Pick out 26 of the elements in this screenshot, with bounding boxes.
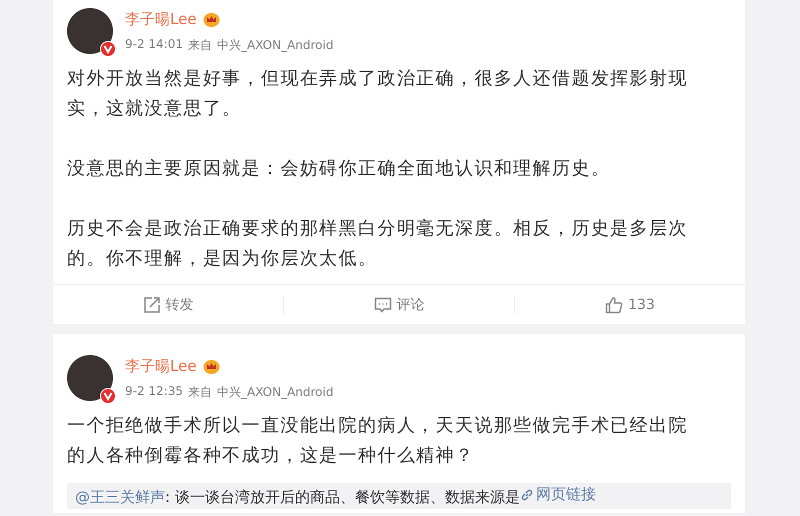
crown-icon (202, 12, 220, 27)
repost-button[interactable]: 转发 (142, 296, 194, 314)
link-icon (520, 488, 534, 502)
comment-button[interactable]: 评论 (374, 296, 424, 314)
post-text: 一个拒绝做手术所以一直没能出院的病人，天天说那些做完手术已经出院的人各种倒霉各种不成功，这是一种什么精神？ (67, 414, 689, 468)
post-text: 对外开放当然是好事，但现在弄成了政治正确，很多人还借题发挥影射现实，这就没意思了。 (67, 67, 689, 121)
comment-icon (374, 296, 392, 314)
source-label: 来自 (188, 384, 212, 401)
web-link[interactable]: 网页链接 (520, 485, 596, 504)
avatar[interactable] (67, 8, 113, 54)
edit-icon (142, 296, 160, 314)
post-time[interactable]: 9-2 12:35 (125, 384, 183, 401)
post-source[interactable]: 中兴_AXON_Android (217, 384, 334, 401)
like-button[interactable]: 133 (605, 296, 655, 314)
source-label: 来自 (188, 37, 212, 54)
user-mention[interactable]: @王三关鲜声 (75, 488, 165, 506)
avatar[interactable] (67, 355, 113, 401)
post-text: 历史不会是政治正确要求的那样黑白分明毫无深度。相反，历史是多层次的。你不理解，是因为你层次太低。 (67, 217, 689, 271)
post-time[interactable]: 9-2 14:01 (125, 37, 183, 54)
post-source[interactable]: 中兴_AXON_Android (217, 37, 334, 54)
crown-icon (202, 359, 220, 374)
quoted-text: : 谈一谈台湾放开后的商品、餐饮等数据、数据来源是 (165, 488, 520, 506)
thumbs-up-icon (605, 296, 624, 314)
author-name[interactable]: 李子暘Lee (125, 10, 197, 29)
author-name[interactable]: 李子暘Lee (125, 357, 197, 376)
post-text: 没意思的主要原因就是：会妨碍你正确全面地认识和理解历史。 (67, 157, 612, 181)
